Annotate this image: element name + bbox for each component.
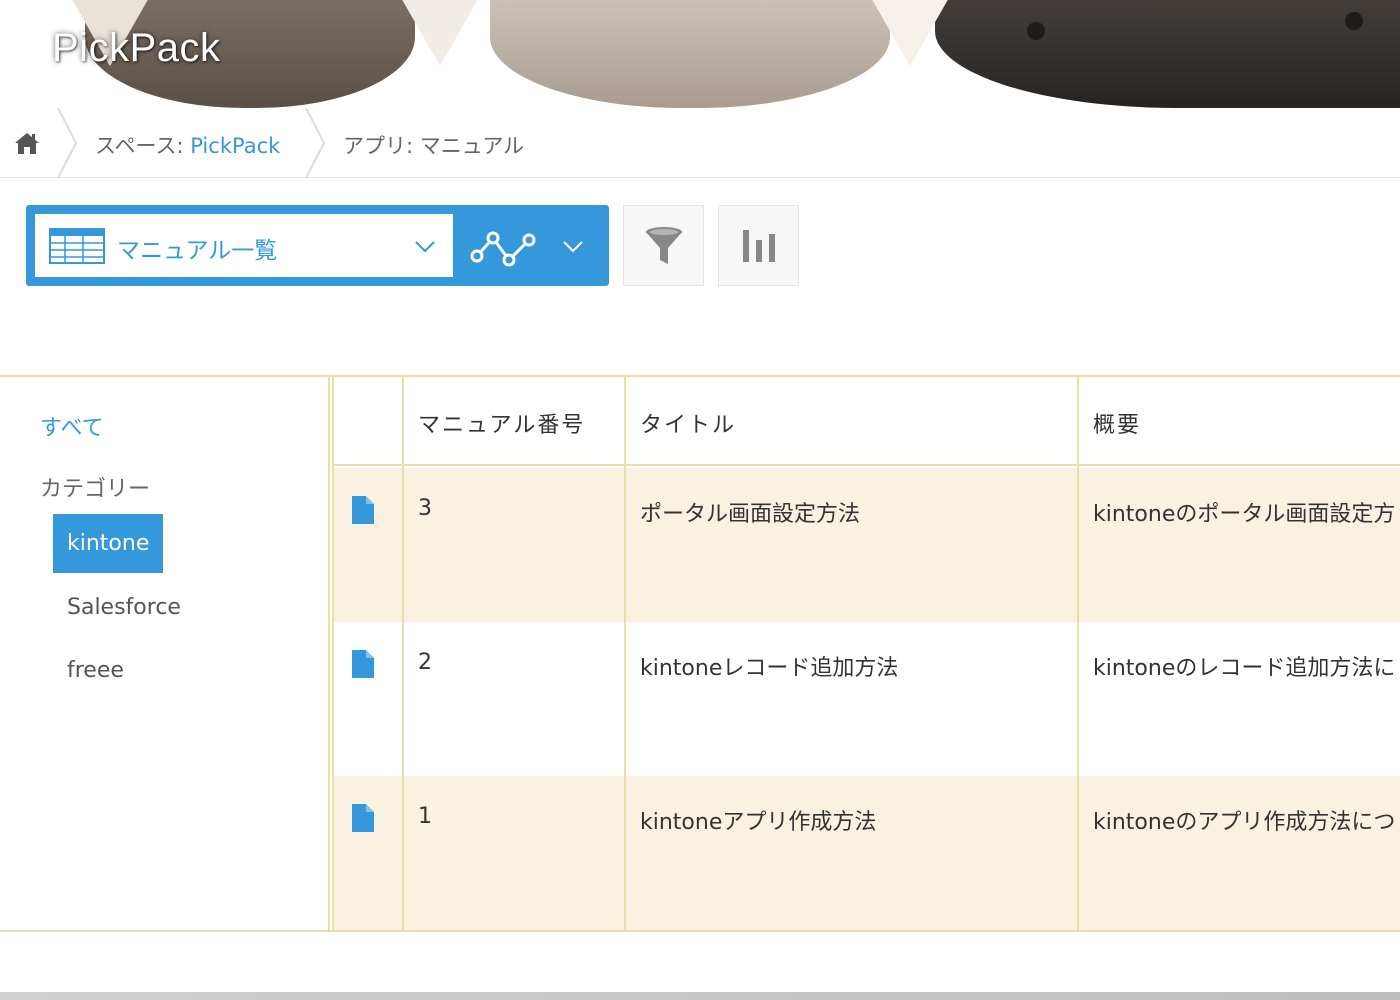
cell-number: 2	[418, 650, 432, 675]
breadcrumb-space-link[interactable]: PickPack	[190, 134, 280, 158]
sidebar-item-salesforce[interactable]: Salesforce	[53, 578, 195, 637]
app-title[interactable]: PickPack	[52, 26, 221, 71]
banner-gap-right	[870, 0, 950, 66]
cat-image-center	[490, 0, 890, 108]
table-grid-icon	[49, 228, 105, 264]
cell-number: 1	[418, 804, 432, 829]
view-switcher: マニュアル一覧	[26, 205, 609, 286]
column-divider	[332, 377, 334, 930]
view-select-dropdown[interactable]: マニュアル一覧	[35, 214, 453, 277]
category-heading: カテゴリー	[40, 477, 151, 502]
view-name: マニュアル一覧	[117, 238, 278, 264]
document-icon[interactable]	[352, 650, 374, 678]
records-table: マニュアル番号 タイトル 概要 3 ポータル画面設定方法 kintoneのポータ…	[332, 377, 1400, 930]
chevron-down-icon	[563, 241, 583, 253]
table-row[interactable]: 2 kintoneレコード追加方法 kintoneのレコード追加方法に	[332, 622, 1400, 776]
column-header-summary[interactable]: 概要	[1093, 407, 1141, 439]
table-row[interactable]: 3 ポータル画面設定方法 kintoneのポータル画面設定方	[332, 468, 1400, 622]
table-row[interactable]: 1 kintoneアプリ作成方法 kintoneのアプリ作成方法につ	[332, 776, 1400, 930]
column-divider	[1077, 377, 1079, 930]
document-icon[interactable]	[352, 804, 374, 832]
graph-select-button[interactable]	[463, 214, 603, 277]
column-divider	[624, 377, 626, 930]
filter-button[interactable]	[623, 205, 704, 286]
cell-number: 3	[418, 496, 432, 521]
header-banner: PickPack	[0, 0, 1400, 108]
category-sidebar: すべて カテゴリー kintone Salesforce freee	[0, 377, 330, 930]
cell-title: kintoneレコード追加方法	[640, 656, 899, 681]
breadcrumb-separator	[57, 108, 78, 178]
breadcrumb-app: アプリ: マニュアル	[343, 134, 525, 158]
sidebar-item-kintone[interactable]: kintone	[53, 514, 164, 573]
bar-chart-icon	[743, 230, 775, 262]
line-graph-icon	[470, 231, 536, 267]
chevron-down-icon	[415, 241, 435, 253]
filter-funnel-icon	[646, 227, 682, 264]
chart-button[interactable]	[718, 205, 799, 286]
breadcrumb-separator	[305, 108, 326, 178]
dog-image-right	[935, 0, 1400, 108]
cell-summary: kintoneのポータル画面設定方	[1093, 502, 1396, 527]
home-icon[interactable]	[12, 128, 42, 158]
cell-title: kintoneアプリ作成方法	[640, 810, 877, 835]
breadcrumb: スペース: PickPack アプリ: マニュアル	[0, 108, 1400, 178]
column-divider	[402, 377, 404, 930]
content-bottom-border	[0, 930, 1400, 932]
cell-summary: kintoneのレコード追加方法に	[1093, 656, 1396, 681]
breadcrumb-space-prefix: スペース:	[95, 134, 191, 158]
sidebar-item-all[interactable]: すべて	[40, 410, 104, 442]
banner-gap-center	[400, 0, 480, 66]
sidebar-item-freee[interactable]: freee	[53, 641, 138, 700]
horizontal-scrollbar[interactable]	[0, 992, 1400, 1000]
column-header-title[interactable]: タイトル	[640, 407, 736, 439]
table-header-row: マニュアル番号 タイトル 概要	[332, 377, 1400, 466]
cell-summary: kintoneのアプリ作成方法につ	[1093, 810, 1396, 835]
column-header-number[interactable]: マニュアル番号	[418, 407, 585, 439]
breadcrumb-space[interactable]: スペース: PickPack	[95, 130, 280, 160]
document-icon[interactable]	[352, 496, 374, 524]
cell-title: ポータル画面設定方法	[640, 502, 861, 527]
